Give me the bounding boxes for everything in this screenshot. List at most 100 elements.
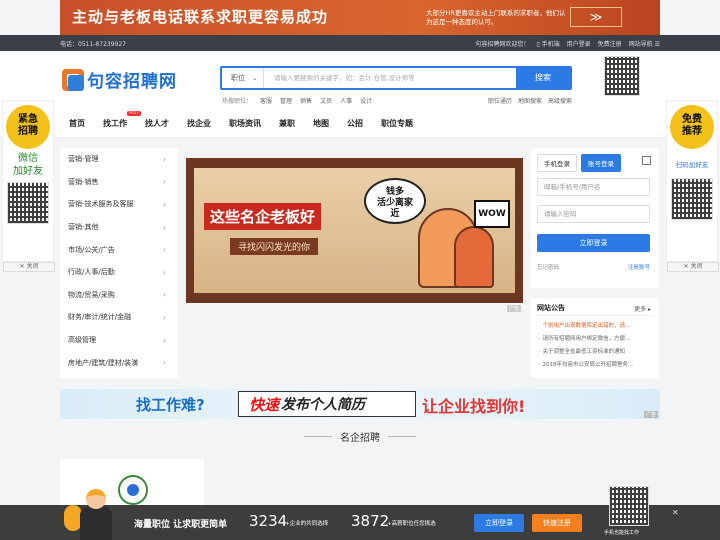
chevron-right-icon: ›	[162, 335, 166, 345]
logo-text: 句容招聘网	[87, 72, 177, 92]
notice-item[interactable]: · 关于调整全省最低工资标准的通知	[539, 346, 649, 359]
nav-career-news[interactable]: 职场资讯	[229, 118, 261, 129]
notice-more-link[interactable]: 更多 ▸	[634, 304, 651, 313]
notice-item[interactable]: · 2018年句容市公安局公开招聘警务...	[539, 359, 649, 372]
search-bar: 职位 ⌄ 请输入要搜索的关键字，如：会计,仓管,设计师等 搜索	[220, 66, 572, 90]
category-item[interactable]: 物流/贸易/采购 ›	[60, 284, 178, 307]
advanced-search-link[interactable]: 高级搜索	[548, 96, 572, 105]
main-carousel-banner[interactable]: 这些名企老板好 寻找闪闪发光的你 钱多 活少离家 近 WOW	[186, 158, 523, 303]
mobile-link[interactable]: ▯ 手机端	[536, 39, 559, 48]
register-link[interactable]: 注册账号	[628, 263, 650, 271]
mid-banner-middle: 发布个人简历	[281, 397, 366, 413]
site-nav-link[interactable]: 网站导航 ☰	[629, 39, 660, 48]
password-field[interactable]: 请输入密码	[537, 205, 650, 223]
category-item[interactable]: 高级管理 ›	[60, 329, 178, 352]
left-qr-code	[7, 182, 49, 224]
bottom-slogan: 海量职位 让求职更简单	[134, 520, 228, 530]
bottom-login-button[interactable]: 立即登录	[474, 514, 524, 532]
category-item[interactable]: 营销-其他 ›	[60, 216, 178, 239]
hot-term[interactable]: 销售	[300, 96, 312, 105]
chevron-right-icon: ›	[162, 154, 166, 164]
notice-item[interactable]: · 请所有招聘网用户绑定微信，方便...	[539, 333, 649, 346]
ad-tag: 广告	[643, 411, 658, 418]
free-register-link[interactable]: 免费注册	[598, 39, 622, 48]
search-input[interactable]: 请输入要搜索的关键字，如：会计,仓管,设计师等	[274, 68, 415, 88]
urgent-badge-text: 紧急 招聘	[18, 114, 38, 137]
nav-job-topics[interactable]: 职位专题	[381, 118, 413, 129]
search-extra-links: 职位通历 地图搜索 高级搜索	[488, 96, 572, 105]
header-qr-code	[604, 56, 640, 96]
right-qr-code	[671, 178, 713, 220]
hot-term[interactable]: 文员	[320, 96, 332, 105]
position-count: 3872	[351, 512, 390, 530]
position-count-label: +高薪职位任您挑选	[387, 521, 436, 527]
illustration-figure	[454, 226, 494, 288]
site-logo[interactable]: 句容招聘网	[62, 67, 177, 92]
nav-find-talent[interactable]: 找人才	[145, 118, 169, 129]
chevron-right-icon: ›	[162, 290, 166, 300]
category-item[interactable]: 营销-技术服务及客服 ›	[60, 193, 178, 216]
top-bar: 电话：0511-87239927 句容招聘网欢迎您！ ▯ 手机端 用户登录 免费…	[0, 35, 720, 51]
chevron-right-icon: ›	[162, 312, 166, 322]
top-ad-banner[interactable]: 主动与老板电话联系求职更容易成功 大部分HR更喜欢主动上门联系的求职者，他们认为…	[60, 0, 660, 35]
search-button[interactable]: 搜索	[516, 68, 570, 88]
search-type-select[interactable]: 职位 ⌄	[222, 68, 264, 88]
bottom-qr-code	[609, 486, 649, 526]
section-title: 名企招聘	[340, 432, 380, 444]
close-icon[interactable]: ✕	[672, 508, 679, 517]
banner-subtitle: 寻找闪闪发光的你	[230, 238, 319, 255]
category-item[interactable]: 财务/审计/统计/金融 ›	[60, 306, 178, 329]
bottom-register-button[interactable]: 快速注册	[532, 514, 582, 532]
left-float-close[interactable]: ✕ 关闭	[3, 262, 55, 272]
notice-item[interactable]: · 个别用户出现数据库定出错的，请...	[539, 320, 649, 333]
mid-banner-right: 让企业找到你!	[422, 397, 526, 416]
company-logo	[118, 475, 148, 505]
hot-search-terms: 热搜职位： 客服 管理 销售 文员 人事 设计	[222, 96, 372, 105]
main-nav: 首页 找工作 找人才 找企业 职场资讯 兼职 地图 公招 职位专题	[0, 108, 720, 138]
speech-bubble: 钱多 活少离家 近	[364, 178, 426, 224]
tab-phone-login[interactable]: 手机登录	[537, 154, 577, 172]
right-float-ad: 免费 推荐 扫码加好友 ✕ 关闭	[666, 100, 719, 272]
chevron-right-icon: ›	[162, 222, 166, 232]
double-arrow-icon[interactable]: ≫	[570, 7, 622, 27]
company-count-label: +企业的共同选择	[285, 521, 329, 527]
notice-title: 网站公告	[537, 304, 565, 312]
logo-icon	[62, 68, 84, 91]
person-illustration	[62, 483, 120, 540]
hot-term[interactable]: 设计	[360, 96, 372, 105]
forgot-password-link[interactable]: 忘记密码	[537, 263, 559, 271]
left-float-ad: 紧急 招聘 微信 加好友 ✕ 关闭	[2, 100, 55, 272]
nav-public-recruit[interactable]: 公招	[347, 118, 363, 129]
hot-term[interactable]: 客服	[260, 96, 272, 105]
hot-term[interactable]: 人事	[340, 96, 352, 105]
nav-part-time[interactable]: 兼职	[279, 118, 295, 129]
welcome-text: 句容招聘网欢迎您！	[475, 41, 530, 48]
mid-banner-highlight: 快速	[249, 395, 280, 414]
right-float-close[interactable]: ✕ 关闭	[667, 262, 719, 272]
qr-login-icon[interactable]	[642, 156, 651, 165]
nav-find-job[interactable]: 找工作	[103, 118, 127, 129]
map-search-link[interactable]: 地图搜索	[518, 96, 542, 105]
nav-home[interactable]: 首页	[69, 118, 85, 129]
category-item[interactable]: 营销-销售 ›	[60, 171, 178, 194]
login-panel: 手机登录 账号登录 邮箱/手机号/用户名 请输入密码 立即登录 忘记密码 注册账…	[531, 148, 659, 288]
mid-banner-box: 快速 发布个人简历	[238, 391, 416, 417]
bottom-promo-bar: 海量职位 让求职更简单 3234 +企业的共同选择 3872 +高薪职位任您挑选…	[0, 486, 720, 540]
login-button[interactable]: 立即登录	[537, 234, 650, 252]
hot-badge: HOT	[127, 111, 141, 116]
category-item[interactable]: 营销-管理 ›	[60, 148, 178, 171]
tab-account-login[interactable]: 账号登录	[581, 154, 621, 172]
user-login-link[interactable]: 用户登录	[567, 39, 591, 48]
ad-tag: 广告	[507, 305, 522, 312]
category-item[interactable]: 房地产/建筑/建材/装潢 ›	[60, 351, 178, 374]
hot-term[interactable]: 管理	[280, 96, 292, 105]
category-item[interactable]: 市场/公关/广告 ›	[60, 238, 178, 261]
wow-bubble: WOW	[474, 200, 510, 228]
resume-ad-banner[interactable]: 找工作难? 快速 发布个人简历 让企业找到你! 广告	[60, 389, 660, 419]
category-item[interactable]: 行政/人事/后勤 ›	[60, 261, 178, 284]
section-header: 名企招聘	[0, 428, 720, 444]
job-history-link[interactable]: 职位通历	[488, 96, 512, 105]
nav-map[interactable]: 地图	[313, 118, 329, 129]
username-field[interactable]: 邮箱/手机号/用户名	[537, 178, 650, 196]
nav-find-company[interactable]: 找企业	[187, 118, 211, 129]
